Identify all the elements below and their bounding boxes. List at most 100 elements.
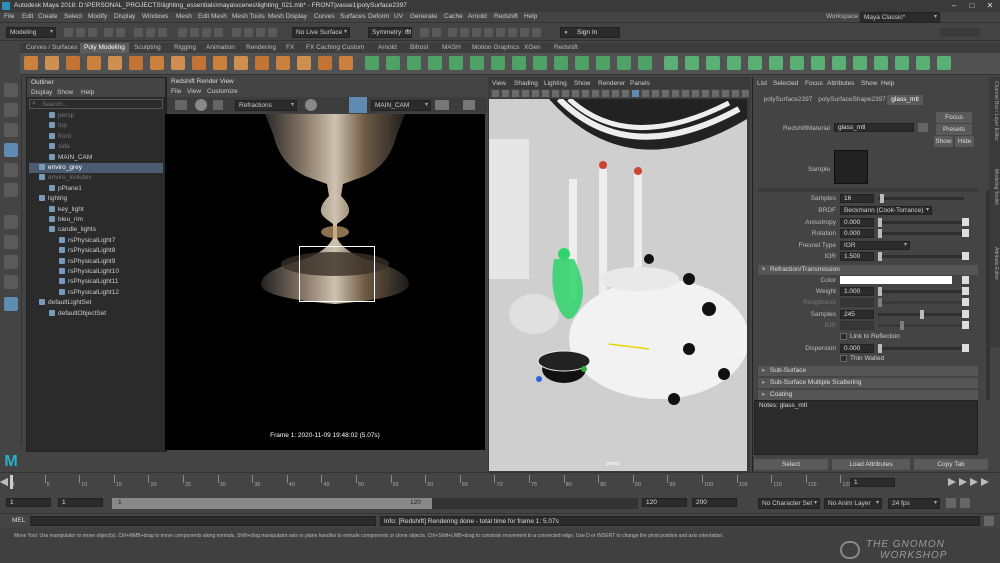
viewport-tool-icon[interactable] — [662, 90, 669, 97]
go-end-icon[interactable] — [981, 478, 989, 486]
menu-cache[interactable]: Cache — [444, 13, 463, 20]
current-time-marker[interactable] — [10, 475, 13, 489]
viewport-tool-icon[interactable] — [682, 90, 689, 97]
side-tab-1[interactable]: Modeling Toolkit — [990, 169, 999, 241]
move-tool-icon[interactable] — [4, 143, 18, 157]
ae-menu-list[interactable]: List — [757, 79, 767, 88]
side-tab-2[interactable]: Attribute Editor — [990, 247, 999, 319]
playback-start-field[interactable]: 1 — [58, 498, 103, 507]
map-button-icon[interactable] — [962, 218, 969, 226]
refraction-section[interactable]: Refraction/Transmission — [758, 265, 978, 275]
shelf-tab-redshift[interactable]: Redshift — [550, 43, 582, 53]
menu-create[interactable]: Create — [38, 13, 58, 20]
outliner-item-main-cam[interactable]: MAIN_CAM — [29, 153, 163, 163]
shelf-poly-pyramid-icon[interactable] — [192, 56, 206, 70]
menu-display[interactable]: Display — [114, 13, 135, 20]
material-goto-icon[interactable] — [918, 123, 928, 132]
select-tool-icon[interactable] — [4, 83, 18, 97]
anim-layer-dropdown[interactable]: No Anim Layer — [824, 498, 882, 509]
refr-weight-field[interactable]: 1.000 — [840, 287, 874, 296]
shelf-remesh-icon[interactable] — [470, 56, 484, 70]
close-button[interactable]: ✕ — [981, 1, 999, 11]
outliner-item-enviro-grey[interactable]: enviro_grey — [29, 163, 163, 173]
viewport-menu-show[interactable]: Show — [574, 79, 590, 88]
refr-color-swatch[interactable] — [840, 276, 952, 284]
slider-knob[interactable] — [878, 252, 882, 261]
viewport-tool-icon[interactable] — [612, 90, 619, 97]
outliner-search[interactable]: ⌕ Search... — [29, 99, 163, 109]
viewport-tool-icon[interactable] — [512, 90, 519, 97]
refr-ior-field[interactable] — [840, 321, 874, 330]
camera-dropdown[interactable]: MAIN_CAM — [371, 100, 431, 111]
camera-icon[interactable] — [448, 28, 457, 37]
shelf-extrude-icon[interactable] — [533, 56, 547, 70]
shelf-mirror-icon[interactable] — [407, 56, 421, 70]
sign-in-button[interactable]: ● Sign In — [560, 27, 620, 38]
viewport-menu-shading[interactable]: Shading — [514, 79, 538, 88]
viewport-3d[interactable]: persp — [489, 99, 747, 471]
hypershade-icon[interactable] — [484, 28, 493, 37]
light-icon[interactable] — [460, 28, 469, 37]
menu-edit-mesh[interactable]: Edit Mesh — [198, 13, 227, 20]
redo-icon[interactable] — [116, 28, 125, 37]
ae-menu-focus[interactable]: Focus — [805, 79, 823, 88]
viewport-tool-icon[interactable] — [552, 90, 559, 97]
ae-copy-tab-button[interactable]: Copy Tab — [914, 459, 988, 470]
shelf-poly-prism-icon[interactable] — [213, 56, 227, 70]
viewport-tool-icon[interactable] — [502, 90, 509, 97]
shelf-texel-density-icon[interactable] — [916, 56, 930, 70]
sculpt-icon[interactable] — [420, 28, 429, 37]
shelf-tab-sculpting[interactable]: Sculpting — [130, 43, 165, 53]
menu-redshift[interactable]: Redshift — [494, 13, 518, 20]
outliner-menu-show[interactable]: Show — [57, 88, 73, 97]
live-surface-dropdown[interactable]: No Live Surface — [292, 27, 350, 38]
shelf-poly-cylinder-icon[interactable] — [66, 56, 80, 70]
menu-curves[interactable]: Curves — [314, 13, 335, 20]
anim-prefs-icon[interactable] — [960, 498, 970, 508]
viewport-tool-icon[interactable] — [632, 90, 639, 97]
film-icon[interactable] — [175, 100, 187, 110]
shelf-append-icon[interactable] — [554, 56, 568, 70]
single-view-icon[interactable] — [4, 215, 18, 229]
shelf-separate-icon[interactable] — [386, 56, 400, 70]
playback-end-field[interactable]: 120 — [642, 498, 687, 507]
viewport-tool-icon[interactable] — [742, 90, 749, 97]
shelf-poly-pipe-icon[interactable] — [234, 56, 248, 70]
shelf-transfer-icon[interactable] — [937, 56, 951, 70]
ae-tab-polysurfaceshape2397[interactable]: polySurfaceShape2397 — [815, 95, 889, 105]
shelf-bridge-icon[interactable] — [512, 56, 526, 70]
refr-roughness-field[interactable] — [840, 298, 874, 307]
character-set-dropdown[interactable]: No Character Set — [758, 498, 820, 509]
viewport-tool-icon[interactable] — [532, 90, 539, 97]
script-editor-icon[interactable] — [984, 516, 994, 526]
shelf-poly-cube-icon[interactable] — [45, 56, 59, 70]
shelf-tab-curves-surfaces[interactable]: Curves / Surfaces — [22, 43, 82, 53]
shelf-poly-disc-icon[interactable] — [150, 56, 164, 70]
shelf-collapse-icon[interactable] — [638, 56, 652, 70]
rs-material-icon[interactable] — [532, 28, 541, 37]
outliner-item-candle-lights[interactable]: candle_lights — [29, 225, 163, 235]
focus-button[interactable]: Focus — [936, 112, 972, 123]
menu-generate[interactable]: Generate — [410, 13, 437, 20]
viewport-menu-renderer[interactable]: Renderer — [598, 79, 625, 88]
refr-dispersion-field[interactable]: 0.000 — [840, 344, 874, 353]
panel-toggle-icon[interactable] — [940, 28, 980, 37]
refr-samples-field[interactable]: 245 — [840, 310, 874, 319]
refl-slider[interactable] — [878, 194, 964, 203]
viewport-tool-icon[interactable] — [522, 90, 529, 97]
play-back-icon[interactable] — [0, 478, 8, 486]
menu-edit[interactable]: Edit — [22, 13, 33, 20]
viewport-tool-icon[interactable] — [652, 90, 659, 97]
render-stop-icon[interactable] — [213, 100, 223, 110]
new-scene-icon[interactable] — [64, 28, 73, 37]
refl-slider[interactable] — [878, 252, 964, 261]
workspace-dropdown[interactable]: Maya Classic* — [860, 12, 940, 23]
outliner-item-pplane1[interactable]: pPlane1 — [29, 184, 163, 194]
aov-dropdown[interactable]: Refractions — [235, 100, 297, 111]
render-image[interactable]: Frame 1: 2020-11-09 19:48:02 (5.07s) — [165, 114, 485, 450]
step-forward-key-icon[interactable] — [970, 478, 978, 486]
shelf-tab-rigging[interactable]: Rigging — [170, 43, 200, 53]
open-scene-icon[interactable] — [76, 28, 85, 37]
outliner-item-rsphysicallight12[interactable]: rsPhysicalLight12 — [29, 288, 163, 298]
snapshot-icon[interactable] — [305, 99, 317, 111]
